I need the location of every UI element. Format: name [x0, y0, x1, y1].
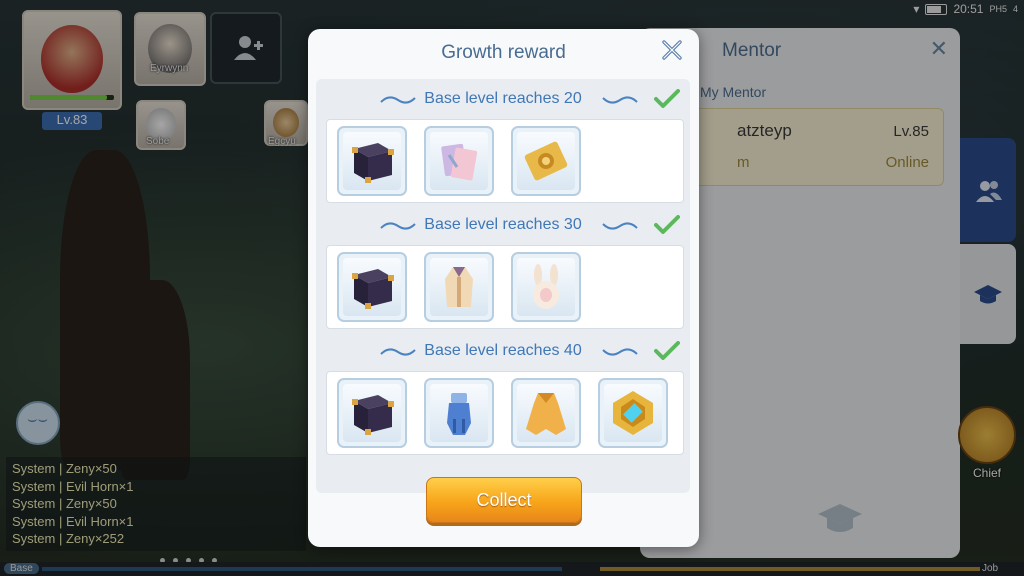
reward-list[interactable]: Base level reaches 20 Base level reaches…	[316, 79, 690, 493]
dark-gift-box-icon	[352, 143, 394, 183]
costume-cards-icon	[441, 143, 478, 181]
golden-cape-icon	[526, 393, 566, 435]
reward-item[interactable]	[511, 378, 581, 448]
tier-header: Base level reaches 20	[316, 87, 690, 113]
reward-item[interactable]	[424, 126, 494, 196]
reward-item[interactable]	[424, 378, 494, 448]
collect-button[interactable]: Collect	[426, 477, 582, 523]
tier-items	[326, 119, 684, 203]
claimed-check-icon	[654, 89, 680, 108]
reward-item[interactable]	[511, 252, 581, 322]
swirl-ornament-icon	[602, 96, 638, 104]
coat-costume-icon	[445, 267, 473, 307]
swirl-ornament-icon	[602, 222, 638, 230]
close-icon[interactable]	[660, 38, 684, 62]
reward-item[interactable]	[511, 126, 581, 196]
reward-item[interactable]	[424, 252, 494, 322]
swirl-ornament-icon	[602, 348, 638, 356]
growth-reward-dialog: Growth reward Base level reaches 20 Base…	[308, 29, 699, 547]
bunny-egg-icon	[533, 264, 559, 309]
dialog-title: Growth reward	[441, 42, 566, 63]
reward-item[interactable]	[337, 378, 407, 448]
claimed-check-icon	[654, 215, 680, 234]
dark-gift-box-icon	[352, 395, 394, 435]
tier-header: Base level reaches 30	[316, 213, 690, 239]
blue-glove-icon	[447, 393, 471, 435]
dark-gift-box-icon	[352, 269, 394, 309]
tier-items	[326, 371, 684, 455]
claimed-check-icon	[654, 341, 680, 360]
golden-emblem-icon	[613, 391, 653, 435]
reward-item[interactable]	[337, 126, 407, 196]
reward-item[interactable]	[337, 252, 407, 322]
golden-ticket-icon	[524, 141, 568, 181]
tier-header: Base level reaches 40	[316, 339, 690, 365]
reward-item[interactable]	[598, 378, 668, 448]
tier-items	[326, 245, 684, 329]
